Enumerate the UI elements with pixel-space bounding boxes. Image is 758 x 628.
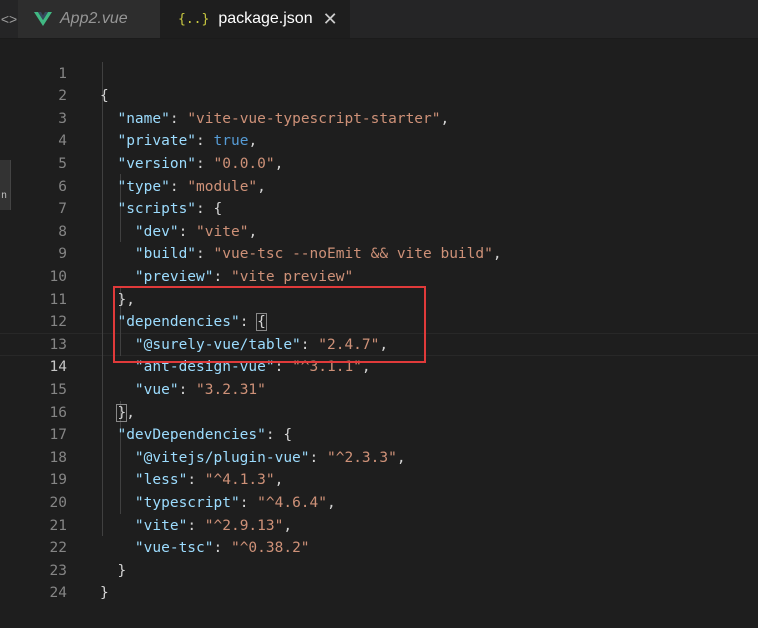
code-line: 20 "vite": "^2.9.13", [0,469,758,534]
tab-scroll-left[interactable]: <> [0,0,18,38]
code-line: 7 "dev": "vite", [0,176,758,240]
code-line: 19 "typescript": "^4.6.4", [0,447,758,511]
code-line: 21 "vue-tsc": "^0.38.2" [0,492,758,557]
code-line: 1 { [0,40,758,105]
code-line: 3 "private": true, [0,85,758,150]
editor-tab-bar: <> App2.vue {..} package.json ✕ [0,0,758,39]
code-line: 2 "name": "vite-vue-typescript-starter", [0,63,758,127]
token-punct: } [100,585,109,602]
code-line: 4 "version": "0.0.0", [0,108,758,172]
code-line: 8 "build": "vue-tsc --noEmit && vite bui… [0,198,758,263]
close-icon[interactable]: ✕ [323,10,338,28]
line-number: 24 [49,585,67,602]
code-line: 23 } [0,537,758,602]
tab-label: App2.vue [60,10,128,27]
code-line: 5 "type": "module", [0,130,758,195]
code-line: 16 "devDependencies": { [0,379,758,444]
code-line: 6 "scripts": { [0,153,758,218]
tab-app2-vue[interactable]: App2.vue [18,0,160,38]
code-line: 9 "preview": "vite preview" [0,221,758,285]
code-line: 10 }, [0,243,758,308]
code-line: 24 [0,560,758,601]
code-line: 22 } [0,515,758,579]
chevrons-icon: <> [0,11,18,27]
code-line: 18 "less": "^4.1.3", [0,424,758,489]
vue-icon [34,12,52,26]
annotation-highlight-box [113,286,426,363]
tab-label: package.json [218,10,313,27]
code-line: 17 "@vitejs/plugin-vue": "^2.3.3", [0,402,758,466]
json-icon: {..} [178,11,210,27]
tab-package-json[interactable]: {..} package.json ✕ [160,0,350,38]
